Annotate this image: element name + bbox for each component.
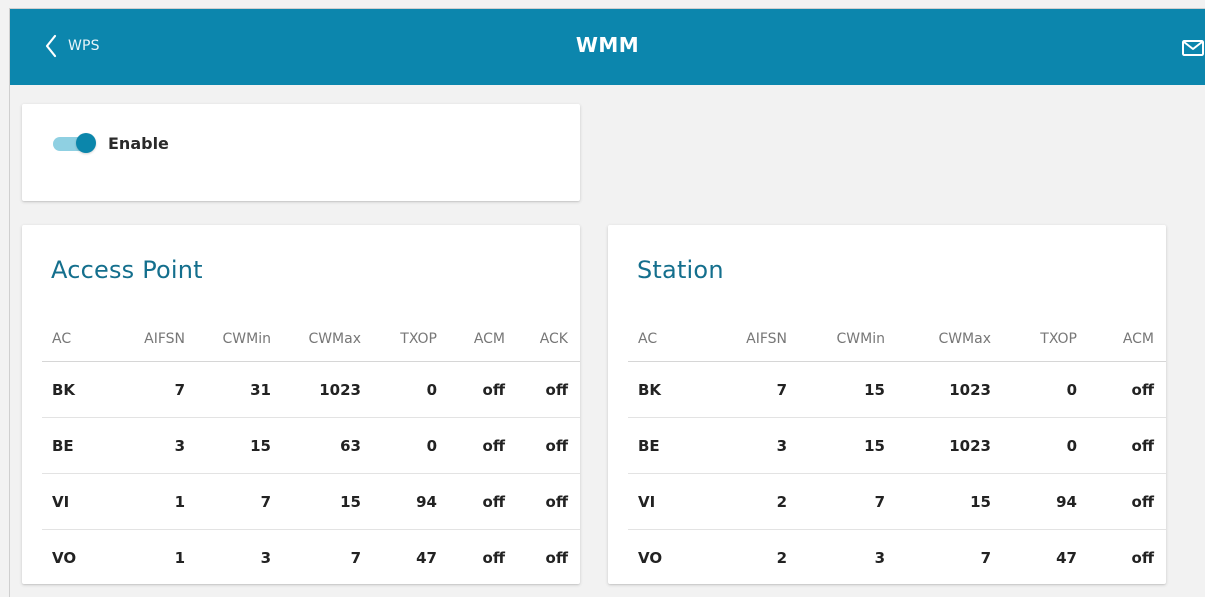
aifsn-cell: 1 — [174, 548, 185, 567]
toggle-knob — [76, 133, 96, 153]
access-point-card: Access Point AC AIFSN CWMin CWMax TXOP A… — [22, 225, 580, 584]
cwmax-cell: 1023 — [885, 361, 991, 418]
station-table: AC AIFSN CWMin CWMax TXOP ACM BK 7 15 10… — [628, 316, 1166, 585]
column-header-acm: ACM — [437, 316, 505, 362]
table-row[interactable]: VO 2 3 7 47 off — [628, 530, 1166, 586]
ac-cell: VO — [638, 548, 663, 567]
cwmax-cell: 15 — [885, 473, 991, 530]
cwmin-cell: 7 — [787, 473, 885, 530]
ac-cell: VI — [42, 473, 104, 530]
ack-cell: off — [545, 548, 568, 567]
aifsn-cell: 2 — [776, 548, 787, 567]
acm-cell: off — [437, 361, 505, 418]
cwmin-cell: 3 — [874, 548, 885, 567]
txop-cell: 47 — [416, 548, 437, 567]
column-header-cwmax: CWMax — [885, 316, 991, 362]
cwmin-cell: 31 — [185, 361, 271, 418]
acm-cell: off — [437, 473, 505, 530]
ac-cell: BK — [628, 361, 698, 418]
acm-cell: off — [482, 548, 505, 567]
cwmax-cell: 63 — [271, 417, 361, 474]
cwmin-cell: 15 — [787, 361, 885, 418]
access-point-header-row: AC AIFSN CWMin CWMax TXOP ACM ACK — [42, 316, 580, 362]
column-header-txop: TXOP — [991, 316, 1077, 362]
column-header-ac: AC — [42, 316, 104, 362]
enable-toggle-row[interactable]: Enable — [51, 130, 169, 156]
txop-cell: 0 — [991, 361, 1077, 418]
column-header-aifsn: AIFSN — [104, 316, 185, 362]
cwmax-cell: 7 — [980, 548, 991, 567]
enable-toggle[interactable] — [51, 130, 97, 156]
cwmin-cell: 15 — [787, 417, 885, 474]
aifsn-cell: 3 — [104, 417, 185, 474]
cwmin-cell: 7 — [185, 473, 271, 530]
aifsn-cell: 7 — [698, 361, 787, 418]
aifsn-cell: 3 — [698, 417, 787, 474]
txop-cell: 0 — [991, 417, 1077, 474]
table-row[interactable]: BK 7 15 1023 0 off — [628, 361, 1166, 418]
cwmin-cell: 3 — [260, 548, 271, 567]
cwmax-cell: 1023 — [885, 417, 991, 474]
access-point-table: AC AIFSN CWMin CWMax TXOP ACM ACK BK 7 3… — [42, 316, 580, 585]
ack-cell: off — [505, 473, 580, 530]
table-row[interactable]: BE 3 15 1023 0 off — [628, 417, 1166, 474]
acm-cell: off — [437, 417, 505, 474]
column-header-ac: AC — [628, 316, 698, 362]
mail-icon — [1181, 40, 1205, 63]
column-header-ack: ACK — [505, 316, 580, 362]
acm-cell: off — [1077, 473, 1166, 530]
acm-cell: off — [1131, 548, 1154, 567]
station-title: Station — [637, 256, 724, 284]
table-row[interactable]: VI 2 7 15 94 off — [628, 473, 1166, 530]
ac-cell: VO — [52, 548, 77, 567]
enable-label: Enable — [108, 133, 169, 153]
column-header-cwmin: CWMin — [185, 316, 271, 362]
table-row[interactable]: VI 1 7 15 94 off off — [42, 473, 580, 530]
ack-cell: off — [505, 361, 580, 418]
station-header-row: AC AIFSN CWMin CWMax TXOP ACM — [628, 316, 1166, 362]
table-row[interactable]: VO 1 3 7 47 off off — [42, 530, 580, 586]
column-header-cwmax: CWMax — [271, 316, 361, 362]
column-header-aifsn: AIFSN — [698, 316, 787, 362]
ac-cell: BE — [42, 417, 104, 474]
ack-cell: off — [505, 417, 580, 474]
aifsn-cell: 7 — [104, 361, 185, 418]
cwmax-cell: 1023 — [271, 361, 361, 418]
table-row[interactable]: BK 7 31 1023 0 off off — [42, 361, 580, 418]
cwmax-cell: 7 — [350, 548, 361, 567]
enable-card: Enable — [22, 104, 580, 201]
cwmin-cell: 15 — [185, 417, 271, 474]
top-header: WPS WMM — [10, 9, 1205, 85]
ac-cell: VI — [628, 473, 698, 530]
acm-cell: off — [1077, 361, 1166, 418]
ac-cell: BE — [628, 417, 698, 474]
table-row[interactable]: BE 3 15 63 0 off off — [42, 417, 580, 474]
txop-cell: 0 — [361, 417, 437, 474]
station-card: Station AC AIFSN CWMin CWMax TXOP ACM BK… — [608, 225, 1166, 584]
txop-cell: 94 — [361, 473, 437, 530]
txop-cell: 47 — [1056, 548, 1077, 567]
column-header-cwmin: CWMin — [787, 316, 885, 362]
aifsn-cell: 1 — [104, 473, 185, 530]
cwmax-cell: 15 — [271, 473, 361, 530]
mail-button[interactable] — [1181, 37, 1205, 59]
page-title: WMM — [575, 33, 640, 57]
aifsn-cell: 2 — [698, 473, 787, 530]
column-header-acm: ACM — [1077, 316, 1166, 362]
access-point-title: Access Point — [51, 256, 203, 284]
txop-cell: 94 — [991, 473, 1077, 530]
acm-cell: off — [1077, 417, 1166, 474]
ac-cell: BK — [42, 361, 104, 418]
txop-cell: 0 — [361, 361, 437, 418]
column-header-txop: TXOP — [361, 316, 437, 362]
